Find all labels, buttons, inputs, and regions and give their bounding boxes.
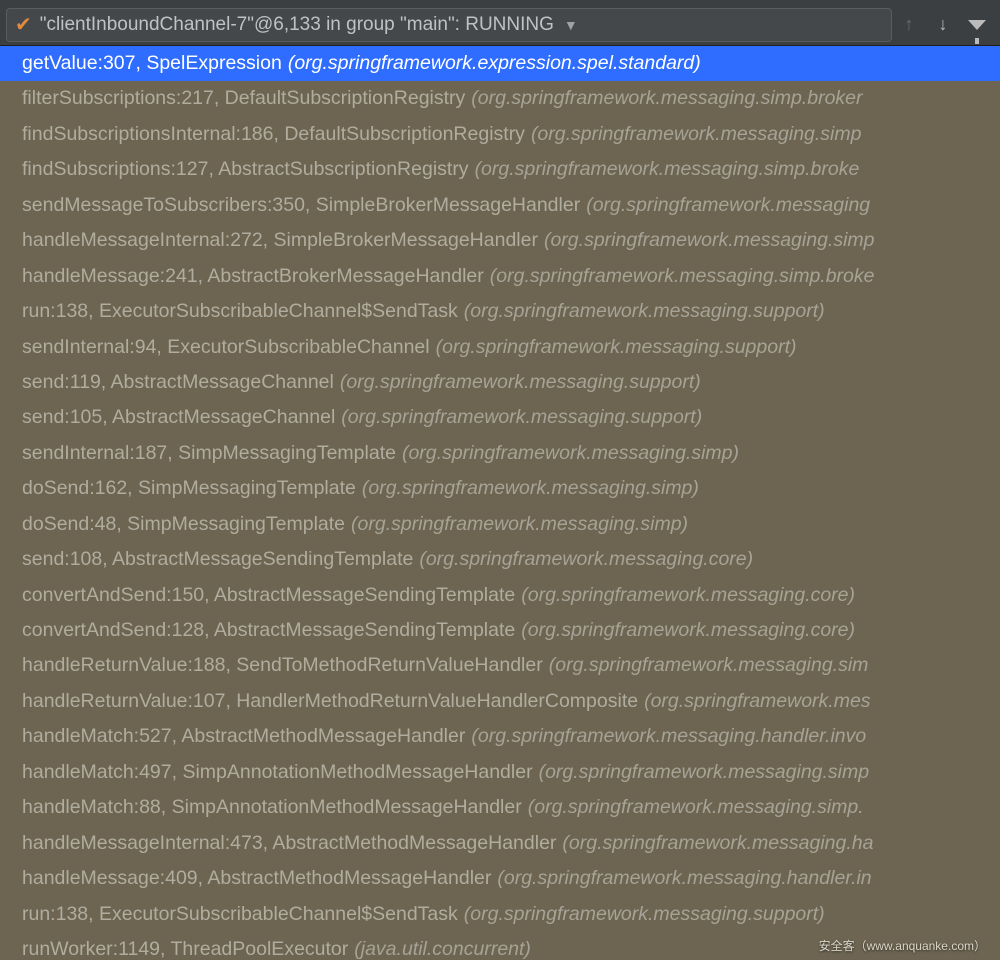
frame-method: sendMessageToSubscribers:350, SimpleBrok… bbox=[22, 195, 580, 216]
stack-frame[interactable]: handleReturnValue:188, SendToMethodRetur… bbox=[0, 648, 1000, 683]
stack-frames-list[interactable]: getValue:307, SpelExpression (org.springf… bbox=[0, 46, 1000, 960]
stack-frame[interactable]: doSend:48, SimpMessagingTemplate (org.spr… bbox=[0, 507, 1000, 542]
next-frame-button[interactable]: ↓ bbox=[926, 8, 960, 42]
frame-method: sendInternal:94, ExecutorSubscribableCha… bbox=[22, 337, 430, 358]
frame-method: findSubscriptionsInternal:186, DefaultSu… bbox=[22, 124, 525, 145]
stack-frame[interactable]: handleMessageInternal:272, SimpleBrokerM… bbox=[0, 223, 1000, 258]
frame-package: (org.springframework.messaging.core) bbox=[419, 549, 753, 570]
stack-frame[interactable]: handleMessage:241, AbstractBrokerMessage… bbox=[0, 259, 1000, 294]
frame-method: send:108, AbstractMessageSendingTemplate bbox=[22, 549, 413, 570]
frame-package: (org.springframework.messaging.simp) bbox=[402, 443, 739, 464]
frame-method: send:119, AbstractMessageChannel bbox=[22, 372, 334, 393]
stack-frame[interactable]: getValue:307, SpelExpression (org.springf… bbox=[0, 46, 1000, 81]
frame-method: send:105, AbstractMessageChannel bbox=[22, 407, 335, 428]
debugger-toolbar: ✔ "clientInboundChannel-7"@6,133 in grou… bbox=[0, 0, 1000, 46]
stack-frame[interactable]: findSubscriptions:127, AbstractSubscript… bbox=[0, 152, 1000, 187]
frame-package: (org.springframework.expression.spel.sta… bbox=[288, 53, 701, 74]
frame-method: handleMatch:527, AbstractMethodMessageHa… bbox=[22, 726, 465, 747]
frame-package: (org.springframework.messaging.ha bbox=[562, 833, 873, 854]
stack-frame[interactable]: handleMatch:527, AbstractMethodMessageHa… bbox=[0, 719, 1000, 754]
frame-method: findSubscriptions:127, AbstractSubscript… bbox=[22, 159, 469, 180]
stack-frame[interactable]: convertAndSend:150, AbstractMessageSendi… bbox=[0, 578, 1000, 613]
frame-package: (org.springframework.messaging.simp bbox=[544, 230, 875, 251]
frame-package: (org.springframework.messaging.support) bbox=[436, 337, 797, 358]
frame-package: (org.springframework.mes bbox=[644, 691, 870, 712]
frame-method: convertAndSend:128, AbstractMessageSendi… bbox=[22, 620, 515, 641]
breakpoint-check-icon: ✔ bbox=[15, 15, 32, 35]
frame-package: (org.springframework.messaging.simp bbox=[539, 762, 870, 783]
frame-package: (java.util.concurrent) bbox=[354, 939, 531, 960]
frame-method: convertAndSend:150, AbstractMessageSendi… bbox=[22, 585, 515, 606]
stack-frame[interactable]: send:108, AbstractMessageSendingTemplate… bbox=[0, 542, 1000, 577]
frame-method: filterSubscriptions:217, DefaultSubscrip… bbox=[22, 88, 465, 109]
frame-package: (org.springframework.messaging.support) bbox=[340, 372, 701, 393]
frame-package: (org.springframework.messaging.simp. bbox=[528, 797, 864, 818]
stack-frame[interactable]: sendInternal:187, SimpMessagingTemplate (… bbox=[0, 436, 1000, 471]
frame-method: run:138, ExecutorSubscribableChannel$Sen… bbox=[22, 301, 458, 322]
thread-selector-label: "clientInboundChannel-7"@6,133 in group … bbox=[40, 14, 554, 36]
frame-package: (org.springframework.messaging.simp.brok… bbox=[490, 266, 875, 287]
frame-package: (org.springframework.messaging.simp) bbox=[362, 478, 699, 499]
frame-package: (org.springframework.messaging.simp.brok… bbox=[475, 159, 860, 180]
frame-package: (org.springframework.messaging.handler.i… bbox=[471, 726, 866, 747]
frame-method: sendInternal:187, SimpMessagingTemplate bbox=[22, 443, 396, 464]
frame-method: handleMessageInternal:272, SimpleBrokerM… bbox=[22, 230, 538, 251]
frame-package: (org.springframework.messaging.core) bbox=[521, 620, 855, 641]
thread-selector-dropdown[interactable]: ✔ "clientInboundChannel-7"@6,133 in grou… bbox=[6, 8, 892, 42]
frame-method: getValue:307, SpelExpression bbox=[22, 53, 282, 74]
stack-frame[interactable]: convertAndSend:128, AbstractMessageSendi… bbox=[0, 613, 1000, 648]
frame-method: handleMatch:88, SimpAnnotationMethodMess… bbox=[22, 797, 522, 818]
frame-package: (org.springframework.messaging.sim bbox=[549, 655, 869, 676]
stack-frame[interactable]: handleMatch:497, SimpAnnotationMethodMes… bbox=[0, 755, 1000, 790]
funnel-icon bbox=[968, 20, 986, 30]
frame-method: handleReturnValue:107, HandlerMethodRetu… bbox=[22, 691, 638, 712]
stack-frame[interactable]: handleReturnValue:107, HandlerMethodRetu… bbox=[0, 684, 1000, 719]
frame-package: (org.springframework.messaging.support) bbox=[464, 904, 825, 925]
stack-frame[interactable]: doSend:162, SimpMessagingTemplate (org.sp… bbox=[0, 471, 1000, 506]
stack-frame[interactable]: handleMessageInternal:473, AbstractMetho… bbox=[0, 826, 1000, 861]
stack-frame[interactable]: sendInternal:94, ExecutorSubscribableCha… bbox=[0, 330, 1000, 365]
arrow-up-icon: ↑ bbox=[905, 14, 914, 35]
stack-frame[interactable]: sendMessageToSubscribers:350, SimpleBrok… bbox=[0, 188, 1000, 223]
frame-package: (org.springframework.messaging.simp) bbox=[351, 514, 688, 535]
previous-frame-button[interactable]: ↑ bbox=[892, 8, 926, 42]
arrow-down-icon: ↓ bbox=[939, 14, 948, 35]
stack-frame[interactable]: send:119, AbstractMessageChannel (org.spr… bbox=[0, 365, 1000, 400]
frame-package: (org.springframework.messaging bbox=[586, 195, 870, 216]
frame-package: (org.springframework.messaging.support) bbox=[341, 407, 702, 428]
frame-method: doSend:162, SimpMessagingTemplate bbox=[22, 478, 356, 499]
frame-package: (org.springframework.messaging.simp.brok… bbox=[471, 88, 862, 109]
frame-method: handleMatch:497, SimpAnnotationMethodMes… bbox=[22, 762, 533, 783]
frame-method: runWorker:1149, ThreadPoolExecutor bbox=[22, 939, 348, 960]
stack-frame[interactable]: findSubscriptionsInternal:186, DefaultSu… bbox=[0, 117, 1000, 152]
frame-package: (org.springframework.messaging.simp bbox=[531, 124, 862, 145]
filter-frames-button[interactable] bbox=[960, 8, 994, 42]
stack-frame[interactable]: filterSubscriptions:217, DefaultSubscrip… bbox=[0, 81, 1000, 116]
stack-frame[interactable]: send:105, AbstractMessageChannel (org.spr… bbox=[0, 400, 1000, 435]
frame-package: (org.springframework.messaging.support) bbox=[464, 301, 825, 322]
stack-frame[interactable]: runWorker:1149, ThreadPoolExecutor (java.… bbox=[0, 932, 1000, 960]
frame-method: handleMessage:241, AbstractBrokerMessage… bbox=[22, 266, 484, 287]
stack-frame[interactable]: handleMessage:409, AbstractMethodMessage… bbox=[0, 861, 1000, 896]
frame-method: run:138, ExecutorSubscribableChannel$Sen… bbox=[22, 904, 458, 925]
frame-method: handleMessageInternal:473, AbstractMetho… bbox=[22, 833, 556, 854]
frame-method: handleReturnValue:188, SendToMethodRetur… bbox=[22, 655, 543, 676]
frame-package: (org.springframework.messaging.handler.i… bbox=[497, 868, 871, 889]
frame-package: (org.springframework.messaging.core) bbox=[521, 585, 855, 606]
frame-method: handleMessage:409, AbstractMethodMessage… bbox=[22, 868, 491, 889]
frame-method: doSend:48, SimpMessagingTemplate bbox=[22, 514, 345, 535]
chevron-down-icon: ▼ bbox=[564, 17, 578, 33]
stack-frame[interactable]: run:138, ExecutorSubscribableChannel$Sen… bbox=[0, 294, 1000, 329]
stack-frame[interactable]: handleMatch:88, SimpAnnotationMethodMess… bbox=[0, 790, 1000, 825]
stack-frame[interactable]: run:138, ExecutorSubscribableChannel$Sen… bbox=[0, 897, 1000, 932]
